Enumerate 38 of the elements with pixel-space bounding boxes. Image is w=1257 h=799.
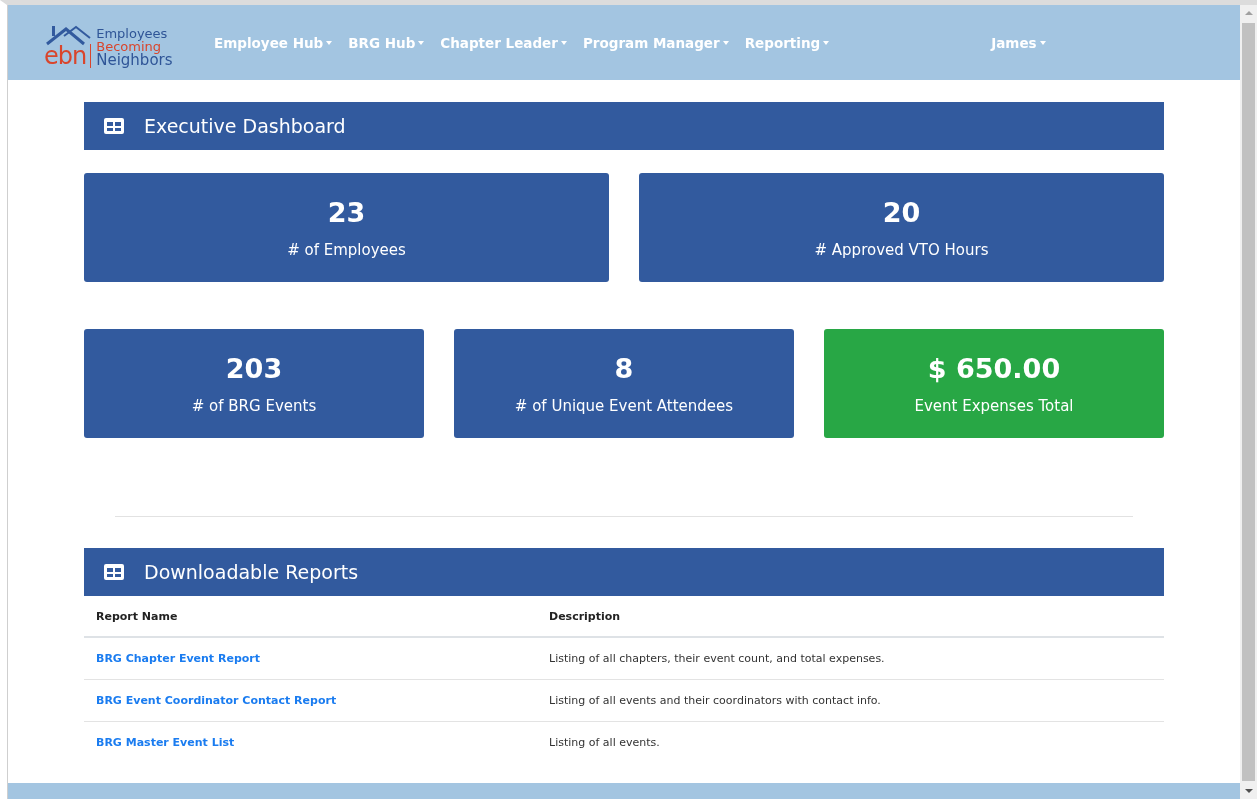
logo-text: Employees — [96, 26, 169, 40]
table-cell: Listing of all events. — [537, 721, 1164, 763]
nav-menu-item[interactable]: Program Manager — [582, 34, 729, 51]
report-link[interactable]: BRG Event Coordinator Contact Report — [96, 694, 337, 707]
stat-value: 20 — [882, 196, 921, 228]
section-title: Downloadable Reports — [144, 561, 359, 583]
stat-value: 8 — [614, 352, 634, 384]
report-link[interactable]: BRG Master Event List — [96, 736, 235, 749]
stat-label: # Approved VTO Hours — [814, 240, 989, 259]
stat-label: # of Unique Event Attendees — [514, 396, 734, 415]
caret-icon — [722, 40, 729, 45]
caret-icon — [1039, 40, 1046, 45]
column-header: Report Name — [84, 596, 537, 637]
caret-icon — [418, 40, 425, 45]
column-header: Description — [537, 596, 1164, 637]
table-icon — [104, 118, 124, 134]
stat-value: $ 650.00 — [927, 352, 1061, 384]
caret-icon — [823, 40, 830, 45]
table-cell: Listing of all chapters, their event count, and total expenses. — [537, 637, 1164, 680]
scrollbar[interactable] — [1240, 5, 1257, 799]
stat-label: # of Employees — [287, 240, 406, 259]
nav-menu-item[interactable]: Reporting — [744, 34, 830, 51]
nav-menu-item[interactable]: BRG Hub — [348, 34, 425, 51]
user-menu[interactable]: James — [991, 34, 1046, 51]
caret-icon — [326, 40, 333, 45]
stat-value: 23 — [327, 196, 366, 228]
logo-text: ebn — [44, 43, 92, 68]
nav-menu-item[interactable]: Employee Hub — [214, 34, 333, 51]
table-cell: Listing of all events and their coordinators with contact info. — [537, 679, 1164, 722]
stat-label: Event Expenses Total — [914, 396, 1074, 415]
table-icon — [104, 564, 124, 580]
logo-text: Neighbors — [96, 52, 173, 68]
section-title: Executive Dashboard — [144, 115, 346, 137]
report-link[interactable]: BRG Chapter Event Report — [96, 652, 260, 665]
stat-label: # of BRG Events — [191, 396, 317, 415]
caret-icon — [560, 40, 567, 45]
nav-menu-item[interactable]: Chapter Leader — [440, 34, 567, 51]
stat-value: 203 — [225, 352, 283, 384]
